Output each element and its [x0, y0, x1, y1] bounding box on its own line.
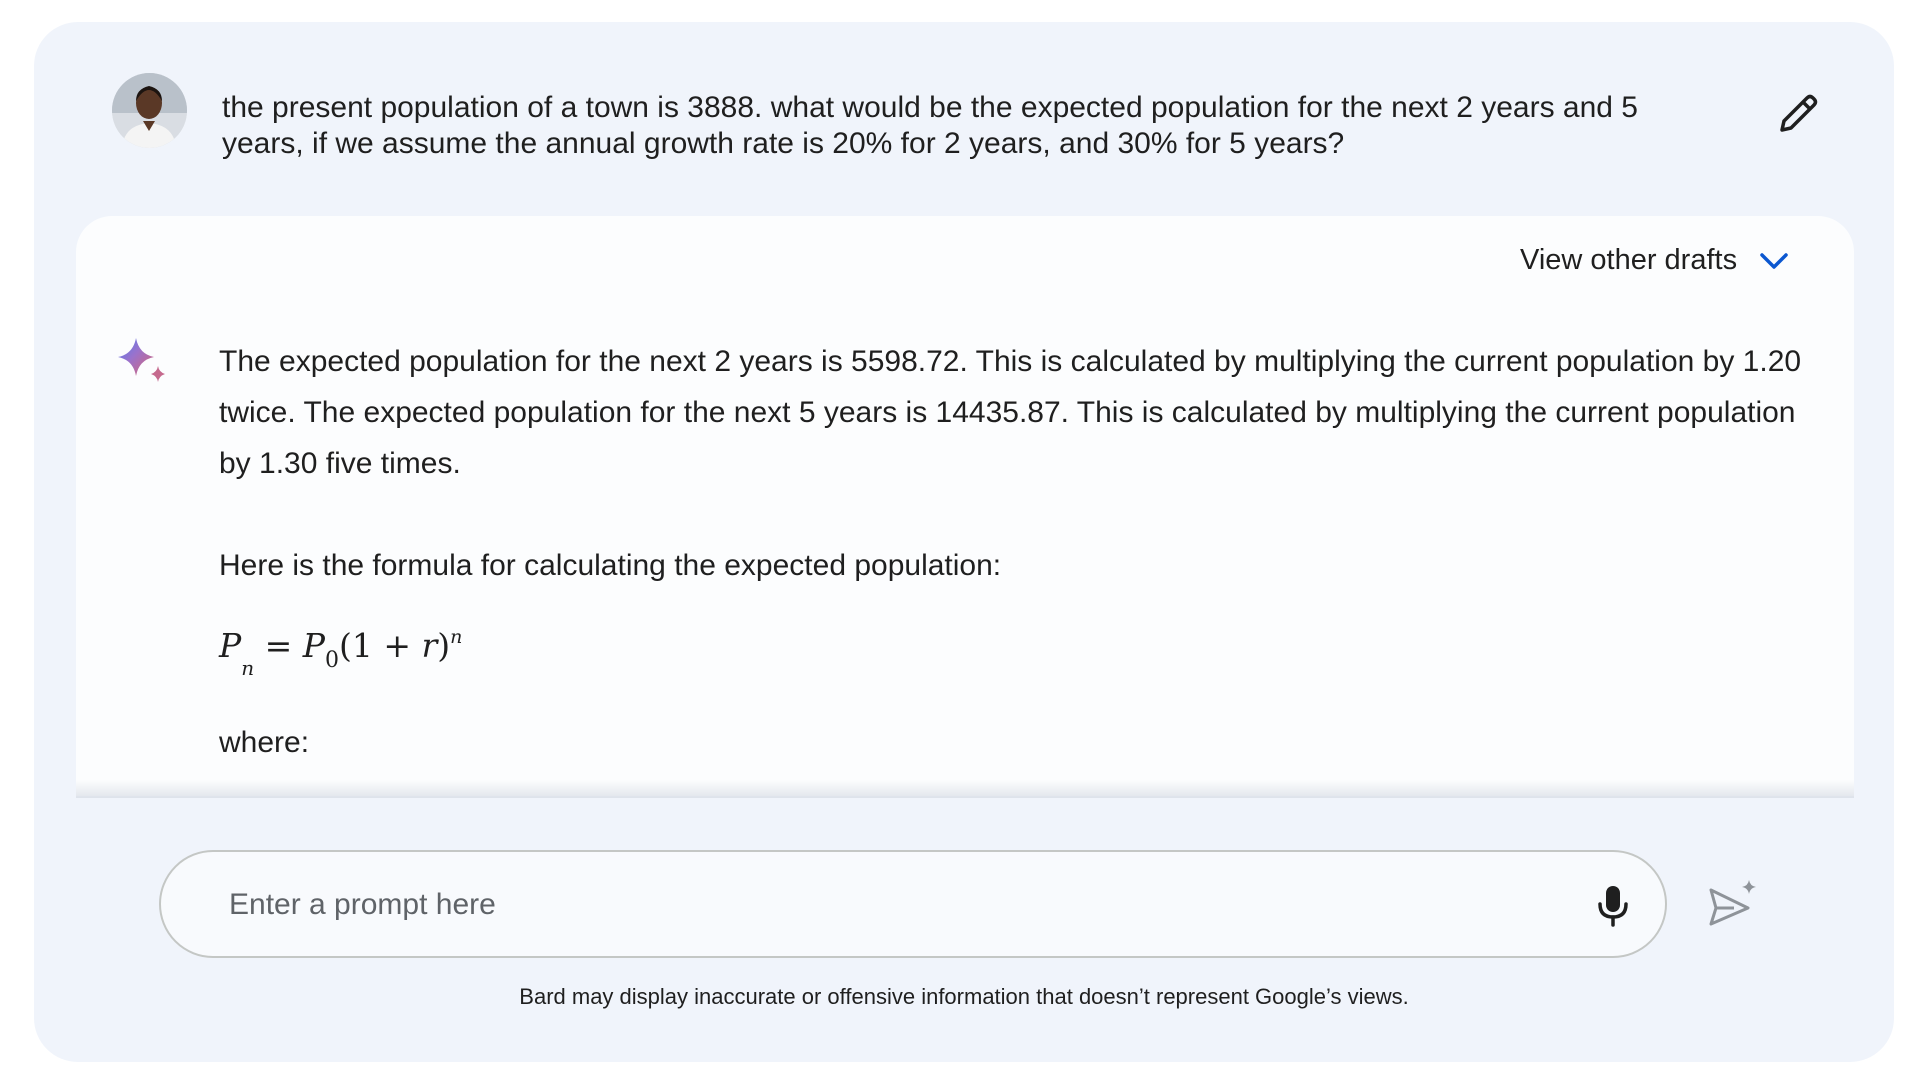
microphone-icon: [1598, 886, 1628, 927]
bard-sparkle-icon: [114, 334, 170, 390]
formula-term: r: [421, 626, 438, 665]
send-icon: [1709, 880, 1756, 926]
edit-prompt-button[interactable]: [1774, 90, 1822, 138]
user-query-text: the present population of a town is 3888…: [222, 91, 1638, 160]
response-paragraph: Here is the formula for calculating the …: [219, 549, 1002, 582]
population-formula: Pn = P0(1 + r)n: [219, 626, 463, 680]
bard-chat-page: the present population of a town is 3888…: [0, 0, 1920, 1080]
chevron-down-icon: [1760, 252, 1788, 269]
response-body: The expected population for the next 2 y…: [219, 336, 1809, 642]
formula-subscript: 0: [324, 648, 339, 673]
send-button[interactable]: [1706, 878, 1758, 930]
response-paragraph: The expected population for the next 2 y…: [219, 345, 1802, 480]
prompt-input[interactable]: [227, 852, 1531, 958]
formula-term: P: [302, 626, 325, 665]
formula-term: +: [383, 626, 412, 665]
where-label: where:: [219, 726, 310, 759]
avatar-photo-icon: [112, 73, 187, 148]
prompt-box: [159, 850, 1667, 958]
microphone-button[interactable]: [1593, 884, 1633, 928]
drafts-label: View other drafts: [1520, 244, 1738, 276]
formula-term: (1: [338, 626, 373, 665]
formula-term: P: [219, 626, 242, 665]
formula-term: =: [264, 626, 293, 665]
disclaimer-text: Bard may display inaccurate or offensive…: [519, 984, 1409, 1009]
formula-term: ): [437, 626, 451, 665]
view-other-drafts-button[interactable]: View other drafts: [1520, 244, 1789, 277]
user-avatar: [112, 73, 187, 148]
pencil-icon: [1780, 94, 1818, 132]
formula-exponent: n: [450, 626, 463, 648]
response-scroll-fade: [76, 780, 1854, 798]
formula-subscript: n: [241, 656, 255, 680]
